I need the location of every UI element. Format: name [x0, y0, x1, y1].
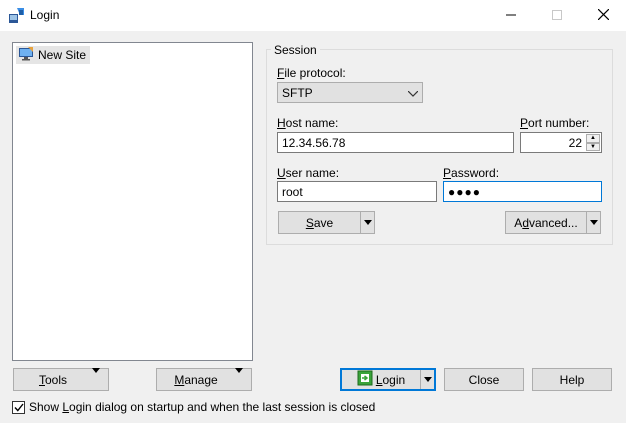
- save-button[interactable]: Save: [278, 211, 375, 234]
- password-label: Password:: [443, 166, 500, 180]
- file-protocol-label: File protocol:: [277, 66, 346, 80]
- port-spinner[interactable]: ▲ ▼: [586, 134, 600, 151]
- login-label: Login: [375, 372, 406, 387]
- site-tree[interactable]: New Site: [12, 42, 253, 361]
- session-group-title: Session: [271, 43, 320, 57]
- manage-dropdown-icon: [235, 367, 243, 387]
- manage-label: Manage: [174, 372, 218, 387]
- minimize-button[interactable]: [488, 0, 534, 31]
- host-name-label: Host name:: [277, 116, 339, 130]
- port-number-label: Port number:: [520, 116, 590, 130]
- tools-button[interactable]: Tools: [13, 367, 109, 391]
- advanced-dropdown-icon[interactable]: [586, 212, 600, 233]
- minimize-icon: [506, 9, 516, 23]
- spin-down-icon[interactable]: ▼: [586, 142, 600, 151]
- login-button[interactable]: Login: [340, 368, 436, 391]
- login-main[interactable]: Login: [342, 370, 420, 389]
- tools-dropdown-icon: [92, 367, 100, 387]
- window-title: Login: [30, 8, 60, 22]
- host-name-input[interactable]: 12.34.56.78: [277, 132, 514, 153]
- spin-up-icon[interactable]: ▲: [586, 134, 600, 143]
- tree-item-label: New Site: [38, 48, 87, 62]
- password-input[interactable]: ●●●●: [443, 181, 602, 202]
- manage-button[interactable]: Manage: [156, 367, 252, 391]
- login-icon: [357, 370, 373, 389]
- advanced-label: Advanced...: [514, 215, 578, 230]
- winscp-icon: [8, 6, 26, 24]
- login-dropdown-icon[interactable]: [420, 370, 434, 389]
- close-window-button[interactable]: [580, 0, 626, 31]
- tree-item-new-site[interactable]: New Site: [16, 46, 91, 64]
- save-dropdown-icon[interactable]: [360, 212, 374, 233]
- checkmark-icon: [13, 401, 24, 415]
- monitor-site-icon: [18, 46, 34, 64]
- file-protocol-value: SFTP: [282, 85, 313, 100]
- save-label: Save: [305, 215, 334, 230]
- startup-checkbox-label[interactable]: Show Login dialog on startup and when th…: [29, 400, 375, 414]
- close-icon: [597, 8, 609, 23]
- port-number-stepper[interactable]: 22 ▲ ▼: [520, 132, 602, 153]
- advanced-button[interactable]: Advanced...: [505, 211, 601, 234]
- chevron-down-icon: [407, 86, 419, 100]
- port-number-value: 22: [568, 135, 582, 150]
- maximize-icon: [552, 9, 562, 23]
- help-button[interactable]: Help: [532, 368, 612, 391]
- user-name-input[interactable]: root: [277, 181, 437, 202]
- close-button[interactable]: Close: [444, 368, 524, 391]
- maximize-button: [534, 0, 580, 31]
- file-protocol-select[interactable]: SFTP: [277, 82, 423, 103]
- startup-checkbox[interactable]: [12, 401, 25, 414]
- user-name-label: User name:: [277, 166, 340, 180]
- tools-label: Tools: [38, 372, 67, 387]
